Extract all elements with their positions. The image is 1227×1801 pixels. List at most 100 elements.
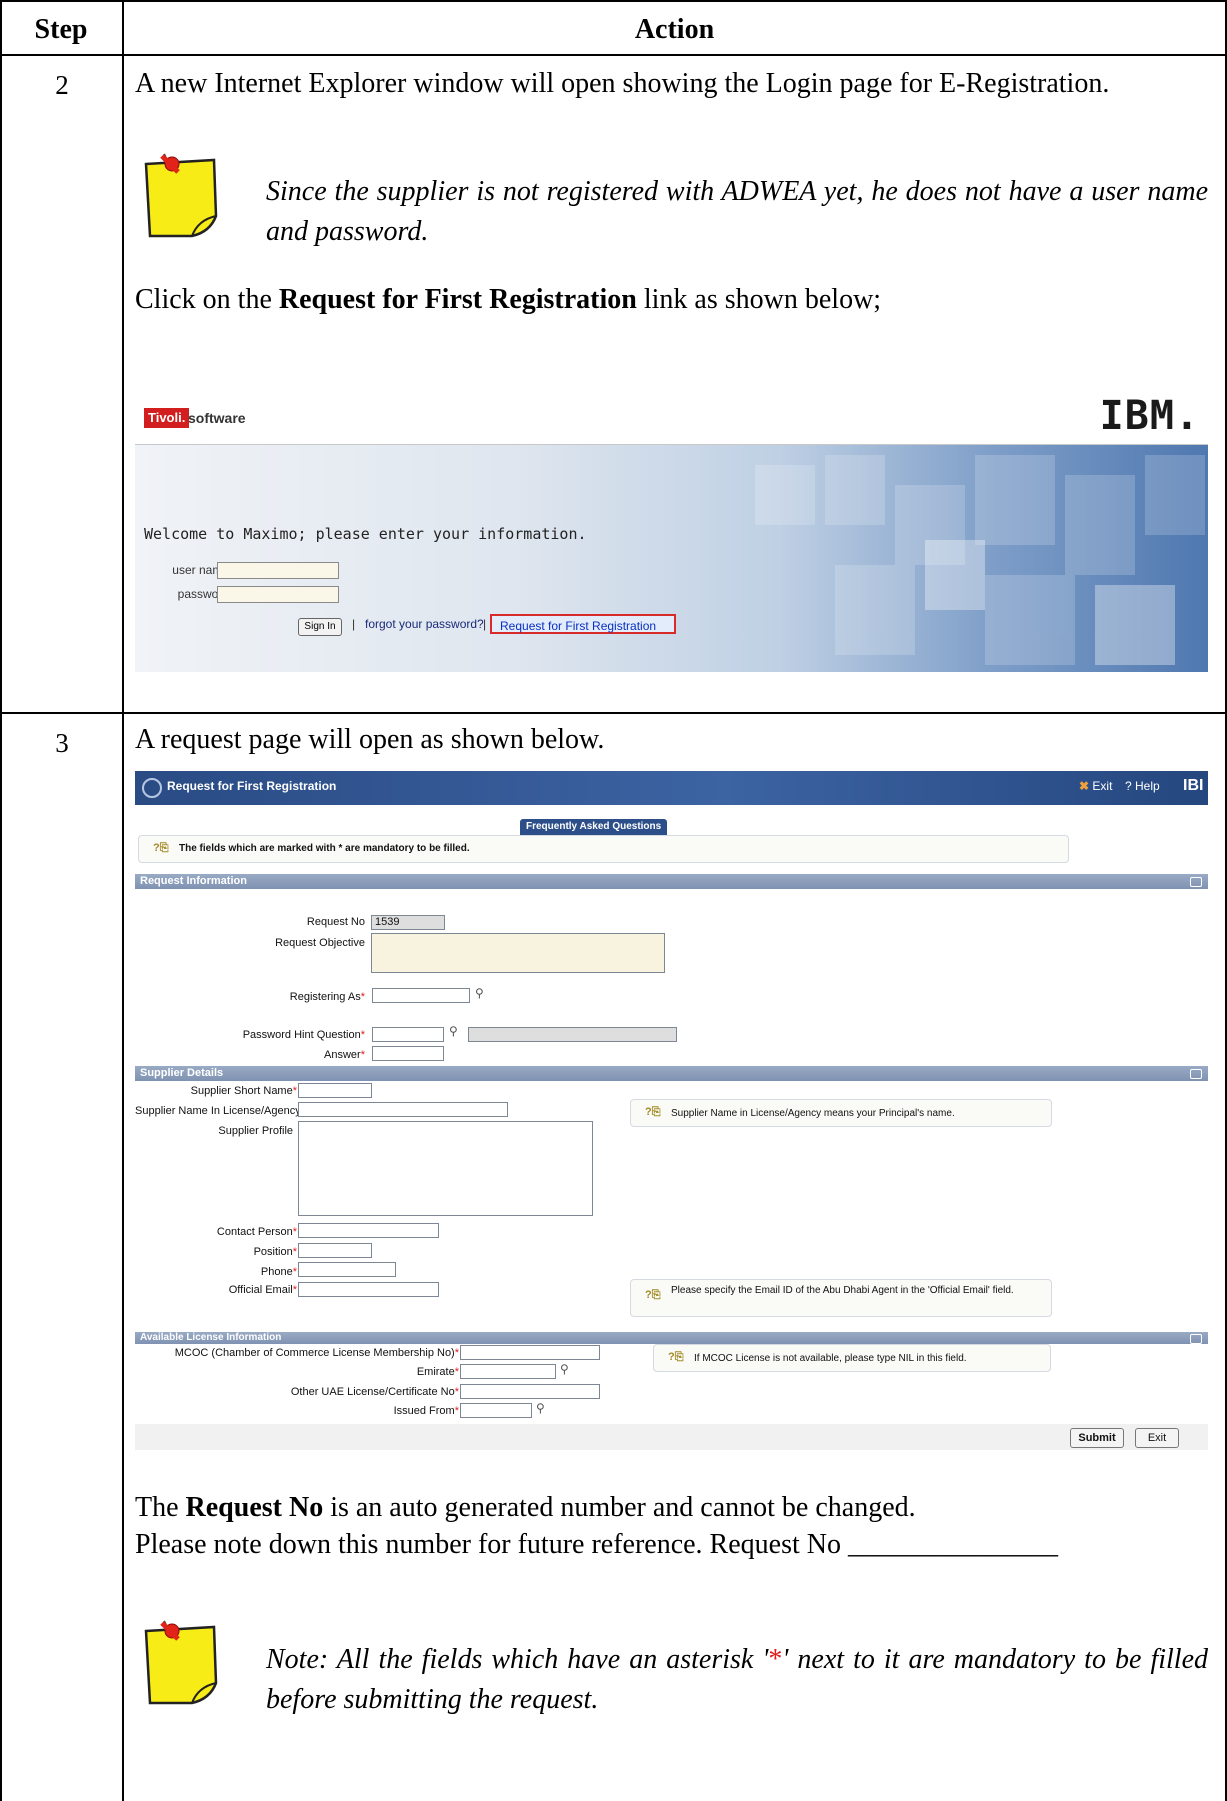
- supplier-name-hint-text: Supplier Name in License/Agency means yo…: [671, 1108, 955, 1119]
- sign-in-button[interactable]: Sign In: [298, 618, 342, 636]
- position-label: Position*: [155, 1246, 297, 1258]
- section-request-information[interactable]: Request Information: [135, 874, 1208, 889]
- info-icon: ?⎘: [645, 1106, 661, 1118]
- exit-button[interactable]: Exit: [1135, 1428, 1179, 1448]
- registering-as-input[interactable]: [372, 988, 470, 1003]
- link-separator: |: [352, 617, 356, 631]
- mandatory-asterisk: *: [292, 1226, 297, 1238]
- step-intro: A new Internet Explorer window will open…: [135, 68, 1110, 99]
- issued-from-input[interactable]: [460, 1403, 532, 1418]
- sticky-note-icon: [144, 153, 218, 238]
- issued-from-label: Issued From*: [285, 1405, 459, 1417]
- request-objective-label: Request Objective: [275, 937, 365, 949]
- exit-label: Exit: [1092, 779, 1113, 793]
- request-no-explanation: The Request No is an auto generated numb…: [135, 1488, 1208, 1528]
- lookup-icon[interactable]: ⚲: [449, 1024, 458, 1038]
- label-text: Issued From: [393, 1405, 455, 1417]
- label-text: Other UAE License/Certificate No: [290, 1386, 455, 1398]
- document-page: Step Action 2 A new Internet Explorer wi…: [0, 0, 1227, 1801]
- supplier-profile-textarea[interactable]: [298, 1121, 593, 1216]
- mandatory-asterisk: *: [292, 1284, 297, 1296]
- forgot-password-link[interactable]: forgot your password?: [365, 617, 484, 631]
- mandatory-asterisk: *: [292, 1085, 297, 1097]
- password-hint-description: [468, 1027, 677, 1042]
- username-input[interactable]: [217, 562, 339, 579]
- collapse-icon[interactable]: [1190, 1334, 1202, 1344]
- mandatory-asterisk: *: [292, 1266, 297, 1278]
- label-text: Answer: [324, 1049, 361, 1061]
- mandatory-asterisk: *: [360, 991, 365, 1003]
- answer-label: Answer*: [235, 1049, 365, 1061]
- mandatory-fields-note: Note: All the fields which have an aster…: [266, 1640, 1208, 1720]
- mandatory-asterisk: *: [454, 1386, 459, 1398]
- registering-as-label: Registering As*: [235, 991, 365, 1003]
- section-license-information[interactable]: Available License Information: [135, 1332, 1208, 1344]
- welcome-message: Welcome to Maximo; please enter your inf…: [144, 525, 587, 543]
- mandatory-asterisk: *: [454, 1347, 459, 1359]
- contact-person-input[interactable]: [298, 1223, 439, 1238]
- info-icon: ?⎘: [668, 1351, 684, 1363]
- email-hint-box: ?⎘ Please specify the Email ID of the Ab…: [630, 1279, 1052, 1317]
- reqno-bold: Request No: [185, 1492, 324, 1523]
- action-column-header: Action: [634, 14, 715, 45]
- note-prefix: Note: All the fields which have an aster…: [266, 1644, 769, 1675]
- help-link[interactable]: ? Help: [1125, 779, 1160, 793]
- position-input[interactable]: [298, 1243, 372, 1258]
- request-page-screenshot: Request for First Registration ✖ Exit ? …: [135, 771, 1208, 1386]
- sticky-note-icon: [144, 1620, 218, 1705]
- step-intro: A request page will open as shown below.: [135, 724, 605, 755]
- table-column-divider: [122, 0, 124, 1801]
- request-objective-textarea[interactable]: [371, 933, 665, 973]
- mcoc-hint-box: ?⎘ If MCOC License is not available, ple…: [653, 1344, 1051, 1372]
- exit-link[interactable]: ✖ Exit: [1079, 779, 1112, 793]
- supplier-profile-label: Supplier Profile: [218, 1125, 293, 1137]
- other-license-label: Other UAE License/Certificate No*: [235, 1386, 459, 1398]
- password-hint-input[interactable]: [372, 1027, 444, 1042]
- label-text: Supplier Name In License/Agency: [135, 1105, 301, 1117]
- info-icon: ?⎘: [645, 1289, 661, 1301]
- section-title: Request Information: [140, 875, 247, 887]
- mandatory-info-text: The fields which are marked with * are m…: [179, 843, 470, 854]
- instruction-suffix: link as shown below;: [636, 284, 882, 315]
- instruction-bold-link-name: Request for First Registration: [278, 284, 637, 315]
- mcoc-input[interactable]: [460, 1345, 600, 1360]
- supplier-name-license-input[interactable]: [298, 1102, 508, 1117]
- phone-label: Phone*: [155, 1266, 297, 1278]
- software-label: software: [188, 410, 246, 426]
- tivoli-logo: Tivoli.: [144, 408, 190, 428]
- table-border-top: [0, 0, 1227, 2]
- request-no-label: Request No: [306, 916, 365, 928]
- email-hint-text: Please specify the Email ID of the Abu D…: [671, 1285, 1014, 1296]
- note-down-instruction: Please note down this number for future …: [135, 1529, 1058, 1560]
- collapse-icon[interactable]: [1190, 877, 1202, 887]
- label-text: Password Hint Question: [242, 1029, 361, 1041]
- submit-button[interactable]: Submit: [1070, 1428, 1124, 1448]
- reqno-rest: is an auto generated number and cannot b…: [323, 1492, 916, 1523]
- close-icon: ✖: [1079, 779, 1090, 793]
- answer-input[interactable]: [372, 1046, 444, 1061]
- section-supplier-details[interactable]: Supplier Details: [135, 1066, 1208, 1081]
- step-number: 2: [55, 70, 69, 100]
- password-input[interactable]: [217, 586, 339, 603]
- mandatory-asterisk: *: [360, 1049, 365, 1061]
- link-separator: |: [483, 617, 487, 631]
- phone-input[interactable]: [298, 1262, 396, 1277]
- mcoc-hint-text: If MCOC License is not available, please…: [694, 1353, 967, 1364]
- faq-tab[interactable]: Frequently Asked Questions: [520, 819, 668, 835]
- supplier-name-license-label: Supplier Name In License/Agency*: [135, 1105, 305, 1117]
- official-email-input[interactable]: [298, 1282, 439, 1297]
- supplier-short-name-input[interactable]: [298, 1083, 372, 1098]
- table-row-divider: [0, 712, 1227, 714]
- collapse-icon[interactable]: [1190, 1069, 1202, 1079]
- request-first-registration-link[interactable]: Request for First Registration: [490, 614, 676, 634]
- request-title-bar: Request for First Registration ✖ Exit ? …: [135, 771, 1208, 805]
- lookup-icon[interactable]: ⚲: [475, 986, 484, 1000]
- supplier-short-name-label: Supplier Short Name*: [155, 1085, 297, 1097]
- lookup-icon[interactable]: ⚲: [536, 1401, 545, 1415]
- label-text: Contact Person: [216, 1226, 293, 1238]
- section-title: Supplier Details: [140, 1067, 224, 1079]
- instruction-prefix: Click on the: [135, 284, 279, 315]
- table-header-divider: [0, 54, 1227, 56]
- mandatory-asterisk: *: [292, 1246, 297, 1258]
- other-license-input[interactable]: [460, 1384, 600, 1399]
